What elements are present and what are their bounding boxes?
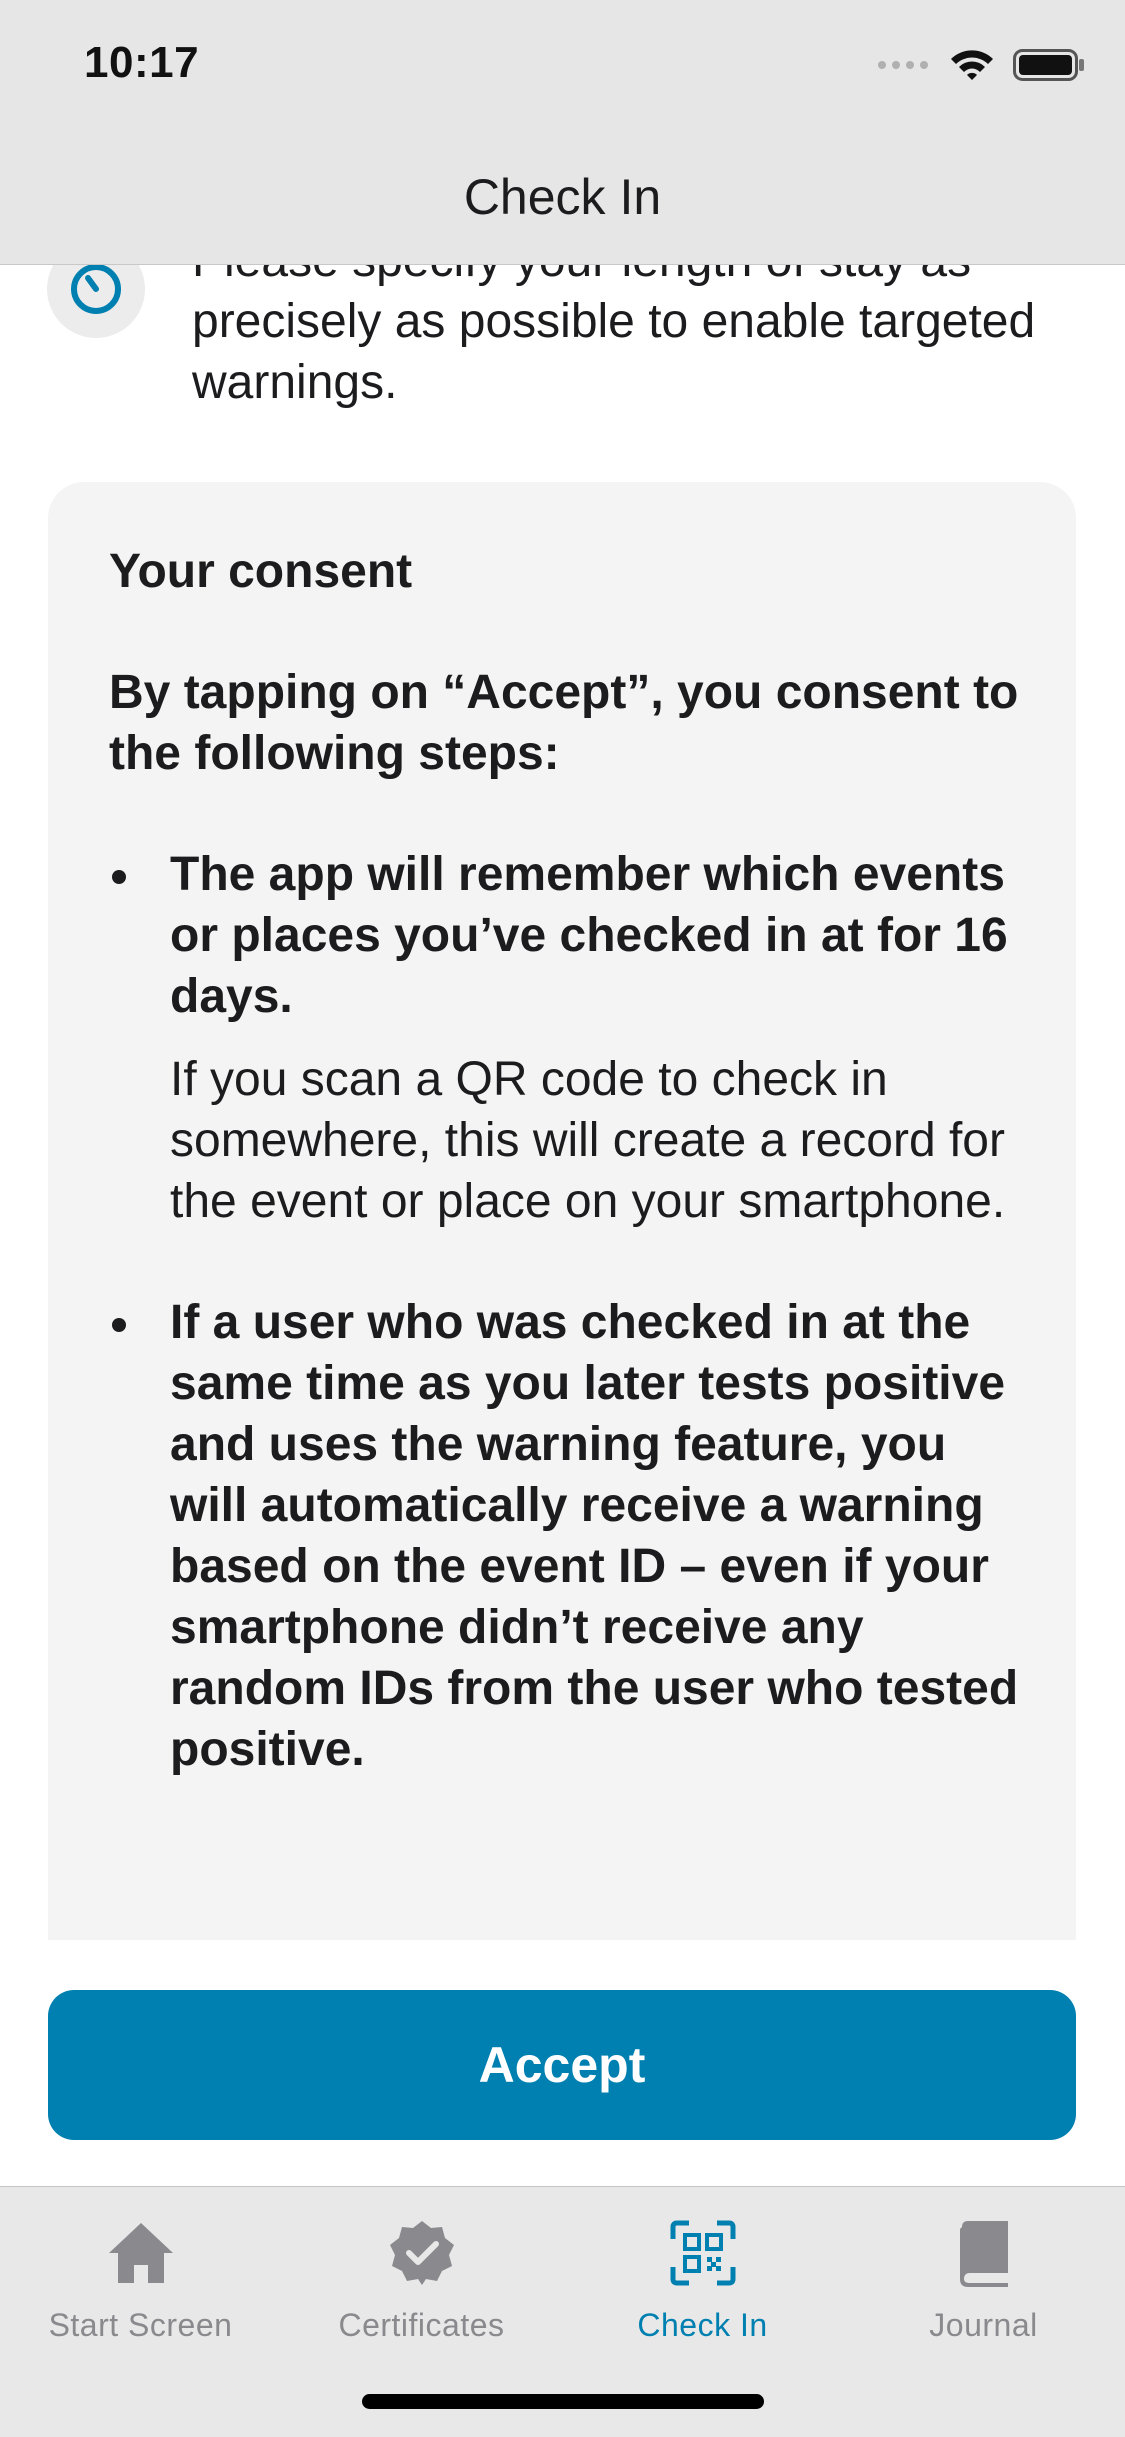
scroll-content[interactable]: Please specify your length of stay as pr…	[0, 0, 1125, 1940]
consent-intro: By tapping on “Accept”, you consent to t…	[109, 666, 1019, 780]
certificate-icon	[382, 2213, 462, 2293]
cellular-signal-icon	[877, 58, 931, 77]
tab-certificates[interactable]: Certificates	[281, 2187, 562, 2347]
tab-journal[interactable]: Journal	[843, 2187, 1124, 2347]
tab-label: Journal	[929, 2307, 1038, 2343]
status-time: 10:17	[84, 38, 200, 87]
status-icons	[877, 48, 1085, 87]
consent-bullet-heading: The app will remember which events or pl…	[170, 848, 1008, 1023]
bullet-dot-icon	[112, 870, 126, 884]
consent-card: Your consent By tapping on “Accept”, you…	[48, 482, 1076, 1940]
consent-bullet-body: If you scan a QR code to check in somewh…	[170, 1053, 1006, 1228]
tab-label: Check In	[637, 2307, 768, 2343]
tab-label: Certificates	[338, 2307, 505, 2343]
navigation-bar: 10:17 Check In	[0, 0, 1125, 265]
journal-icon	[944, 2213, 1024, 2293]
tab-start-screen[interactable]: Start Screen	[0, 2187, 281, 2347]
consent-bullet: If a user who was checked in at the same…	[109, 1292, 1029, 1780]
button-area: Accept	[0, 1940, 1125, 2186]
page-title: Check In	[463, 169, 662, 225]
consent-bullet-heading: If a user who was checked in at the same…	[170, 1296, 1019, 1776]
tab-check-in[interactable]: Check In	[562, 2187, 843, 2347]
tab-label: Start Screen	[48, 2307, 233, 2343]
wifi-icon	[949, 48, 995, 87]
consent-bullet: The app will remember which events or pl…	[109, 844, 1029, 1232]
home-indicator	[362, 2394, 764, 2409]
battery-icon	[1013, 49, 1085, 86]
home-icon	[101, 2213, 181, 2293]
consent-title: Your consent	[109, 545, 413, 598]
accept-button[interactable]: Accept	[48, 1990, 1076, 2140]
qr-code-icon	[663, 2213, 743, 2293]
bullet-dot-icon	[112, 1318, 126, 1332]
